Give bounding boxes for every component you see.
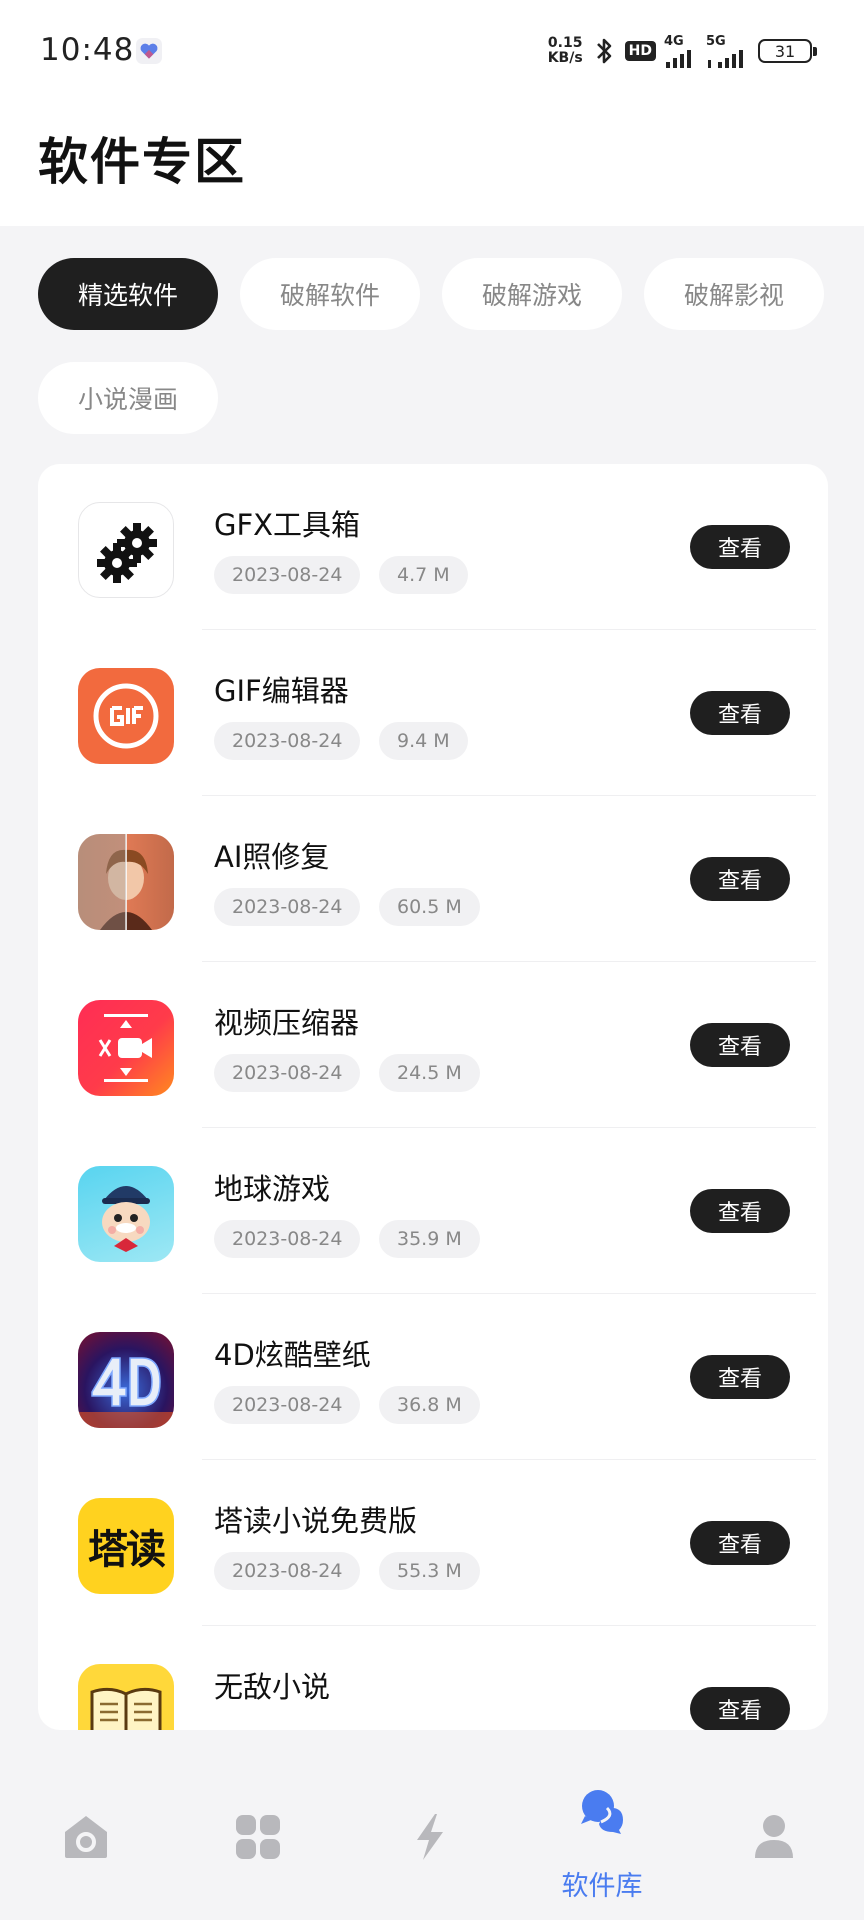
lightning-icon	[417, 1814, 443, 1860]
list-item[interactable]: 视频压缩器 2023-08-24 24.5 M 查看	[38, 962, 828, 1128]
app-date-tag: 2023-08-24	[214, 1386, 361, 1424]
user-icon	[755, 1815, 793, 1858]
book-icon	[78, 1664, 174, 1730]
app-date-tag: 2023-08-24	[214, 1552, 361, 1590]
app-name: 无敌小说	[214, 1670, 331, 1704]
bluetooth-icon	[596, 38, 611, 64]
hd-badge: HD	[624, 41, 656, 61]
list-item[interactable]: 地球游戏 2023-08-24 35.9 M 查看	[38, 1128, 828, 1294]
app-size-tag: 36.8 M	[379, 1386, 480, 1424]
view-button[interactable]: 查看	[690, 1355, 790, 1399]
view-button[interactable]: 查看	[690, 1189, 790, 1233]
view-button[interactable]: 查看	[690, 1687, 790, 1730]
tadu-icon: 塔读	[78, 1498, 174, 1594]
signal-bars-icon	[708, 49, 743, 68]
view-button[interactable]: 查看	[690, 857, 790, 901]
bottom-tab-bar: 软件库	[0, 1752, 864, 1920]
view-button[interactable]: 查看	[690, 1521, 790, 1565]
tab-home[interactable]	[0, 1752, 172, 1920]
category-tab-cracked-video[interactable]: 破解影视	[644, 258, 824, 330]
tab-categories[interactable]	[172, 1752, 344, 1920]
list-item[interactable]: 无敌小说 查看	[38, 1626, 828, 1730]
list-item[interactable]: GFX工具箱 2023-08-24 4.7 M 查看	[38, 464, 828, 630]
view-button[interactable]: 查看	[690, 691, 790, 735]
tab-label: 软件库	[561, 1871, 643, 1902]
app-name: 4D炫酷壁纸	[214, 1338, 371, 1372]
app-date-tag: 2023-08-24	[214, 1054, 361, 1092]
status-indicators: 0.15 KB/s HD 4G 5G 31	[547, 34, 817, 68]
game-character-icon	[78, 1166, 174, 1262]
category-tab-cracked-software[interactable]: 破解软件	[240, 258, 420, 330]
app-date-tag: 2023-08-24	[214, 888, 361, 926]
app-size-tag: 55.3 M	[379, 1552, 480, 1590]
app-name: GFX工具箱	[214, 508, 361, 542]
app-name: AI照修复	[214, 840, 330, 874]
app-size-tag: 35.9 M	[379, 1220, 480, 1258]
list-item[interactable]: 4D炫酷壁纸 2023-08-24 36.8 M 查看	[38, 1294, 828, 1460]
category-tab-cracked-games[interactable]: 破解游戏	[442, 258, 622, 330]
battery-indicator: 31	[758, 39, 817, 63]
tab-software-library[interactable]: 软件库	[516, 1752, 688, 1920]
gif-icon	[78, 668, 174, 764]
signal-4g: 4G	[664, 35, 698, 68]
page-header: 软件专区	[0, 100, 864, 226]
list-item[interactable]: AI照修复 2023-08-24 60.5 M 查看	[38, 796, 828, 962]
chat-bubbles-icon	[581, 1790, 623, 1834]
video-compress-icon	[78, 1000, 174, 1096]
app-name: 塔读小说免费版	[214, 1504, 418, 1538]
app-name: 视频压缩器	[214, 1006, 360, 1040]
list-item[interactable]: GIF编辑器 2023-08-24 9.4 M 查看	[38, 630, 828, 796]
home-icon	[65, 1816, 107, 1858]
app-date-tag: 2023-08-24	[214, 1220, 361, 1258]
signal-bars-icon	[666, 49, 691, 68]
portrait-icon	[78, 834, 174, 930]
view-button[interactable]: 查看	[690, 525, 790, 569]
status-time: 10:48	[40, 32, 135, 68]
page-title: 软件专区	[38, 133, 246, 191]
signal-5g: 5G	[706, 35, 750, 68]
grid-icon	[236, 1815, 280, 1859]
app-name: GIF编辑器	[214, 674, 349, 708]
app-size-tag: 4.7 M	[379, 556, 468, 594]
wallpaper-4d-icon	[78, 1332, 174, 1428]
app-size-tag: 9.4 M	[379, 722, 468, 760]
category-tab-featured[interactable]: 精选软件	[38, 258, 218, 330]
tab-flash[interactable]	[344, 1752, 516, 1920]
tab-profile[interactable]	[688, 1752, 860, 1920]
list-item[interactable]: 塔读 塔读小说免费版 2023-08-24 55.3 M 查看	[38, 1460, 828, 1626]
network-speed: 0.15 KB/s	[547, 35, 583, 66]
app-name: 地球游戏	[214, 1172, 331, 1206]
view-button[interactable]: 查看	[690, 1023, 790, 1067]
app-list: GFX工具箱 2023-08-24 4.7 M 查看 GIF编辑器 2023-0…	[38, 464, 828, 1730]
app-size-tag: 24.5 M	[379, 1054, 480, 1092]
heart-icon	[136, 38, 162, 64]
category-tab-novels-comics[interactable]: 小说漫画	[38, 362, 218, 434]
app-date-tag: 2023-08-24	[214, 722, 361, 760]
gear-icon	[78, 502, 174, 598]
app-date-tag: 2023-08-24	[214, 556, 361, 594]
app-size-tag: 60.5 M	[379, 888, 480, 926]
status-bar: 10:48 0.15 KB/s HD 4G 5G 31	[0, 0, 864, 100]
